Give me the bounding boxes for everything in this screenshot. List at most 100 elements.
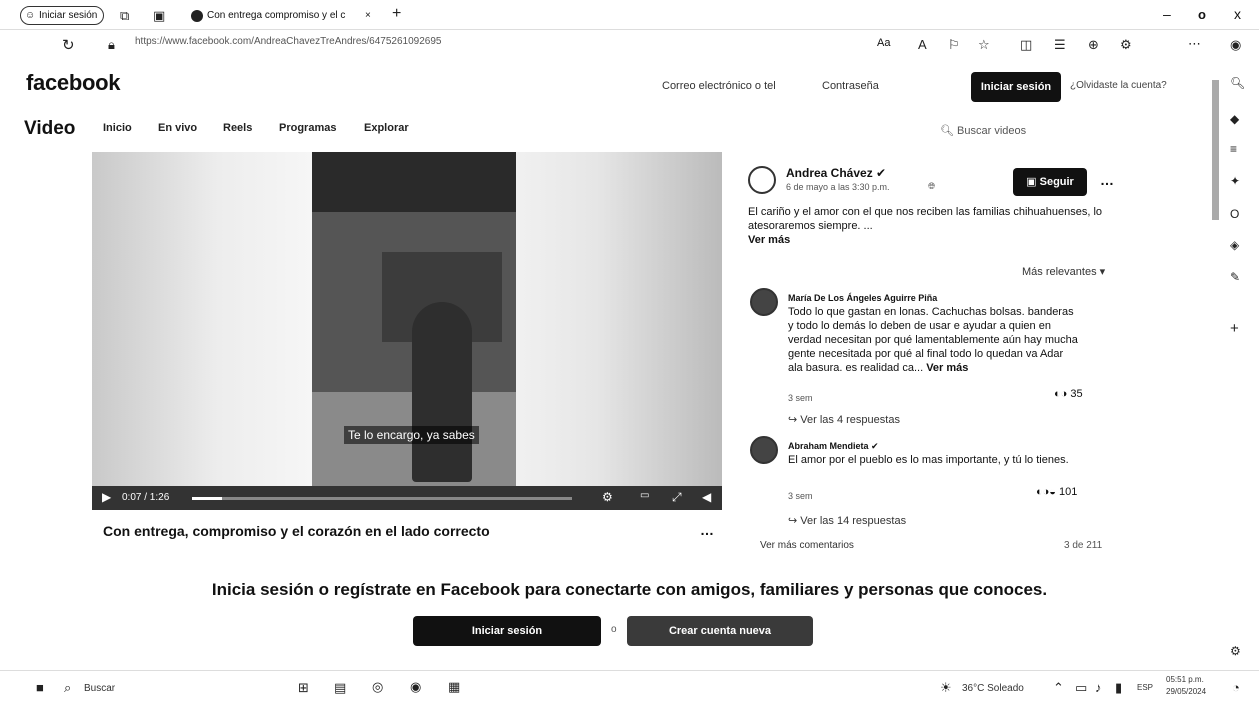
play-icon[interactable]: ▶ <box>102 490 111 504</box>
facebook-favicon-icon <box>191 10 203 22</box>
sidebar-settings-icon[interactable]: ⚙ <box>1230 644 1241 658</box>
signin-tab[interactable]: ☺ Iniciar sesión <box>20 6 105 25</box>
chrome-icon[interactable]: ◉ <box>410 679 421 695</box>
tab-active[interactable]: Con entrega compromiso y el c × <box>185 4 380 28</box>
comment-author[interactable]: María De Los Ángeles Aguirre Piña <box>788 293 937 303</box>
profile-icon: ☺ <box>25 10 36 21</box>
comment-age[interactable]: 3 sem <box>788 491 813 501</box>
forgot-account-link[interactable]: ¿Olvidaste la cuenta? <box>1070 80 1167 91</box>
workspaces-icon[interactable]: ⧉ <box>120 8 129 24</box>
comment-reactions[interactable]: ◐◑◒ 101 <box>1036 486 1077 498</box>
view-replies-link[interactable]: ↪ Ver las 14 respuestas <box>788 514 906 527</box>
follow-button[interactable]: ▣ Seguir <box>1013 168 1087 196</box>
progress-bar[interactable] <box>192 497 572 500</box>
shopping-icon[interactable]: ≡ <box>1230 142 1237 156</box>
nav-en-vivo[interactable]: En vivo <box>158 122 197 134</box>
translate-icon[interactable]: ⚐ <box>948 37 960 53</box>
comment-age[interactable]: 3 sem <box>788 393 813 403</box>
browser-sidebar: 🔍︎ ◆ ≡ ✦ O ◈ ✎ + ⚙ <box>1216 62 1259 658</box>
login-button[interactable]: Iniciar sesión <box>971 72 1061 102</box>
nav-explorar[interactable]: Explorar <box>364 122 409 134</box>
tab-title: Con entrega compromiso y el c <box>207 10 346 21</box>
network-icon[interactable]: ▭ <box>1075 680 1087 696</box>
favorite-icon[interactable]: ☆ <box>978 37 990 53</box>
task-view-icon[interactable]: ⊞ <box>298 680 309 696</box>
tab-actions-icon[interactable]: ▣ <box>153 8 165 24</box>
reply-arrow-icon: ↪ <box>788 414 801 426</box>
author-name[interactable]: Andrea Chávez ✔ <box>786 166 886 180</box>
maximize-button[interactable]: o <box>1198 7 1206 22</box>
taskbar-search-label[interactable]: Buscar <box>84 683 115 694</box>
refresh-icon[interactable]: ↻ <box>62 36 75 54</box>
nav-inicio[interactable]: Inicio <box>103 122 132 134</box>
post-more-options-button[interactable]: … <box>700 522 714 538</box>
volume-tray-icon[interactable]: ♪ <box>1095 680 1102 695</box>
comment-author[interactable]: Abraham Mendieta ✔ <box>788 441 879 452</box>
games-icon[interactable]: ✦ <box>1230 174 1240 188</box>
new-tab-icon[interactable]: + <box>392 5 401 23</box>
windows-start-icon[interactable]: ■ <box>36 680 44 695</box>
close-window-button[interactable]: x <box>1234 6 1241 22</box>
edge-icon[interactable]: ◎ <box>372 679 383 695</box>
notifications-icon[interactable]: ◔ <box>1232 680 1240 695</box>
section-title[interactable]: Video <box>24 118 75 140</box>
office-icon[interactable]: O <box>1230 207 1239 221</box>
app-icon[interactable]: ▦ <box>448 679 460 695</box>
video-player[interactable]: Te lo encargo, ya sabes ▶ 0:07 / 1:26 ⚙ … <box>92 152 722 510</box>
reader-icon[interactable]: Aa <box>877 37 890 49</box>
globe-icon: 🌐︎ <box>928 181 936 191</box>
clock-time[interactable]: 05:51 p.m. <box>1166 675 1204 684</box>
file-explorer-icon[interactable]: ▤ <box>334 680 346 696</box>
language-indicator[interactable]: ESP <box>1137 683 1153 692</box>
comment-avatar[interactable] <box>750 288 778 316</box>
collections-icon[interactable]: ⊕ <box>1088 37 1099 53</box>
taskbar-search-icon[interactable]: ⌕ <box>64 680 71 696</box>
comment-reactions[interactable]: ◐◑ 35 <box>1054 388 1083 400</box>
nav-reels[interactable]: Reels <box>223 122 252 134</box>
chevron-up-icon[interactable]: ⌃ <box>1053 680 1064 696</box>
fullscreen-icon[interactable]: ⤢ <box>672 490 682 505</box>
designer-icon[interactable]: ✎ <box>1230 270 1240 284</box>
hd-icon[interactable]: ▭ <box>640 490 649 501</box>
search-icon[interactable]: 🔍︎ <box>1230 76 1245 90</box>
favorites-icon[interactable]: ☰ <box>1054 37 1066 53</box>
panel-more-options-button[interactable]: … <box>1100 172 1114 188</box>
battery-icon[interactable]: ▮ <box>1115 680 1122 696</box>
url-field[interactable]: https://www.facebook.com/AndreaChavezTre… <box>135 36 441 47</box>
comment-text: Todo lo que gastan en lonas. Cachuchas b… <box>788 305 1078 375</box>
comment-avatar[interactable] <box>750 436 778 464</box>
see-more-link[interactable]: Ver más <box>748 234 790 246</box>
extensions-icon[interactable]: ⚙ <box>1120 37 1132 53</box>
more-comments-link[interactable]: Ver más comentarios <box>760 540 854 551</box>
cta-login-button[interactable]: Iniciar sesión <box>413 616 601 646</box>
clock-date[interactable]: 29/05/2024 <box>1166 687 1206 696</box>
add-icon[interactable]: + <box>1230 320 1239 337</box>
copilot-icon[interactable]: ◉ <box>1230 37 1241 53</box>
facebook-logo[interactable]: facebook <box>26 70 120 96</box>
search-input[interactable]: 🔍︎ Buscar videos <box>940 124 1026 137</box>
comment-see-more-link[interactable]: Ver más <box>926 362 968 374</box>
password-field[interactable]: Contraseña <box>822 80 879 92</box>
weather-icon: ☀ <box>940 680 952 695</box>
view-replies-label: Ver las 4 respuestas <box>800 414 900 426</box>
minimize-button[interactable]: – <box>1163 6 1171 22</box>
view-replies-link[interactable]: ↪ Ver las 4 respuestas <box>788 413 900 426</box>
volume-icon[interactable]: ◀ <box>702 490 711 504</box>
video-time: 0:07 / 1:26 <box>122 492 170 503</box>
settings-icon[interactable]: ⚙ <box>602 490 613 504</box>
email-field[interactable]: Correo electrónico o tel <box>662 80 776 92</box>
lock-icon[interactable]: 🔒︎ <box>108 37 115 53</box>
close-tab-icon[interactable]: × <box>365 4 371 28</box>
tools-icon[interactable]: ◆ <box>1230 112 1239 126</box>
nav-programas[interactable]: Programas <box>279 122 336 134</box>
verified-icon: ✔ <box>876 166 887 180</box>
weather-text[interactable]: 36°C Soleado <box>962 683 1024 694</box>
split-screen-icon[interactable]: ◫ <box>1020 37 1032 53</box>
sort-comments[interactable]: Más relevantes ▾ <box>1022 265 1105 278</box>
outlook-icon[interactable]: ◈ <box>1230 238 1239 252</box>
author-avatar[interactable] <box>748 166 776 194</box>
more-options-icon[interactable]: ⋯ <box>1188 36 1201 52</box>
post-date[interactable]: 6 de mayo a las 3:30 p.m. <box>786 182 890 192</box>
read-aloud-icon[interactable]: A <box>918 37 927 52</box>
create-account-button[interactable]: Crear cuenta nueva <box>627 616 813 646</box>
